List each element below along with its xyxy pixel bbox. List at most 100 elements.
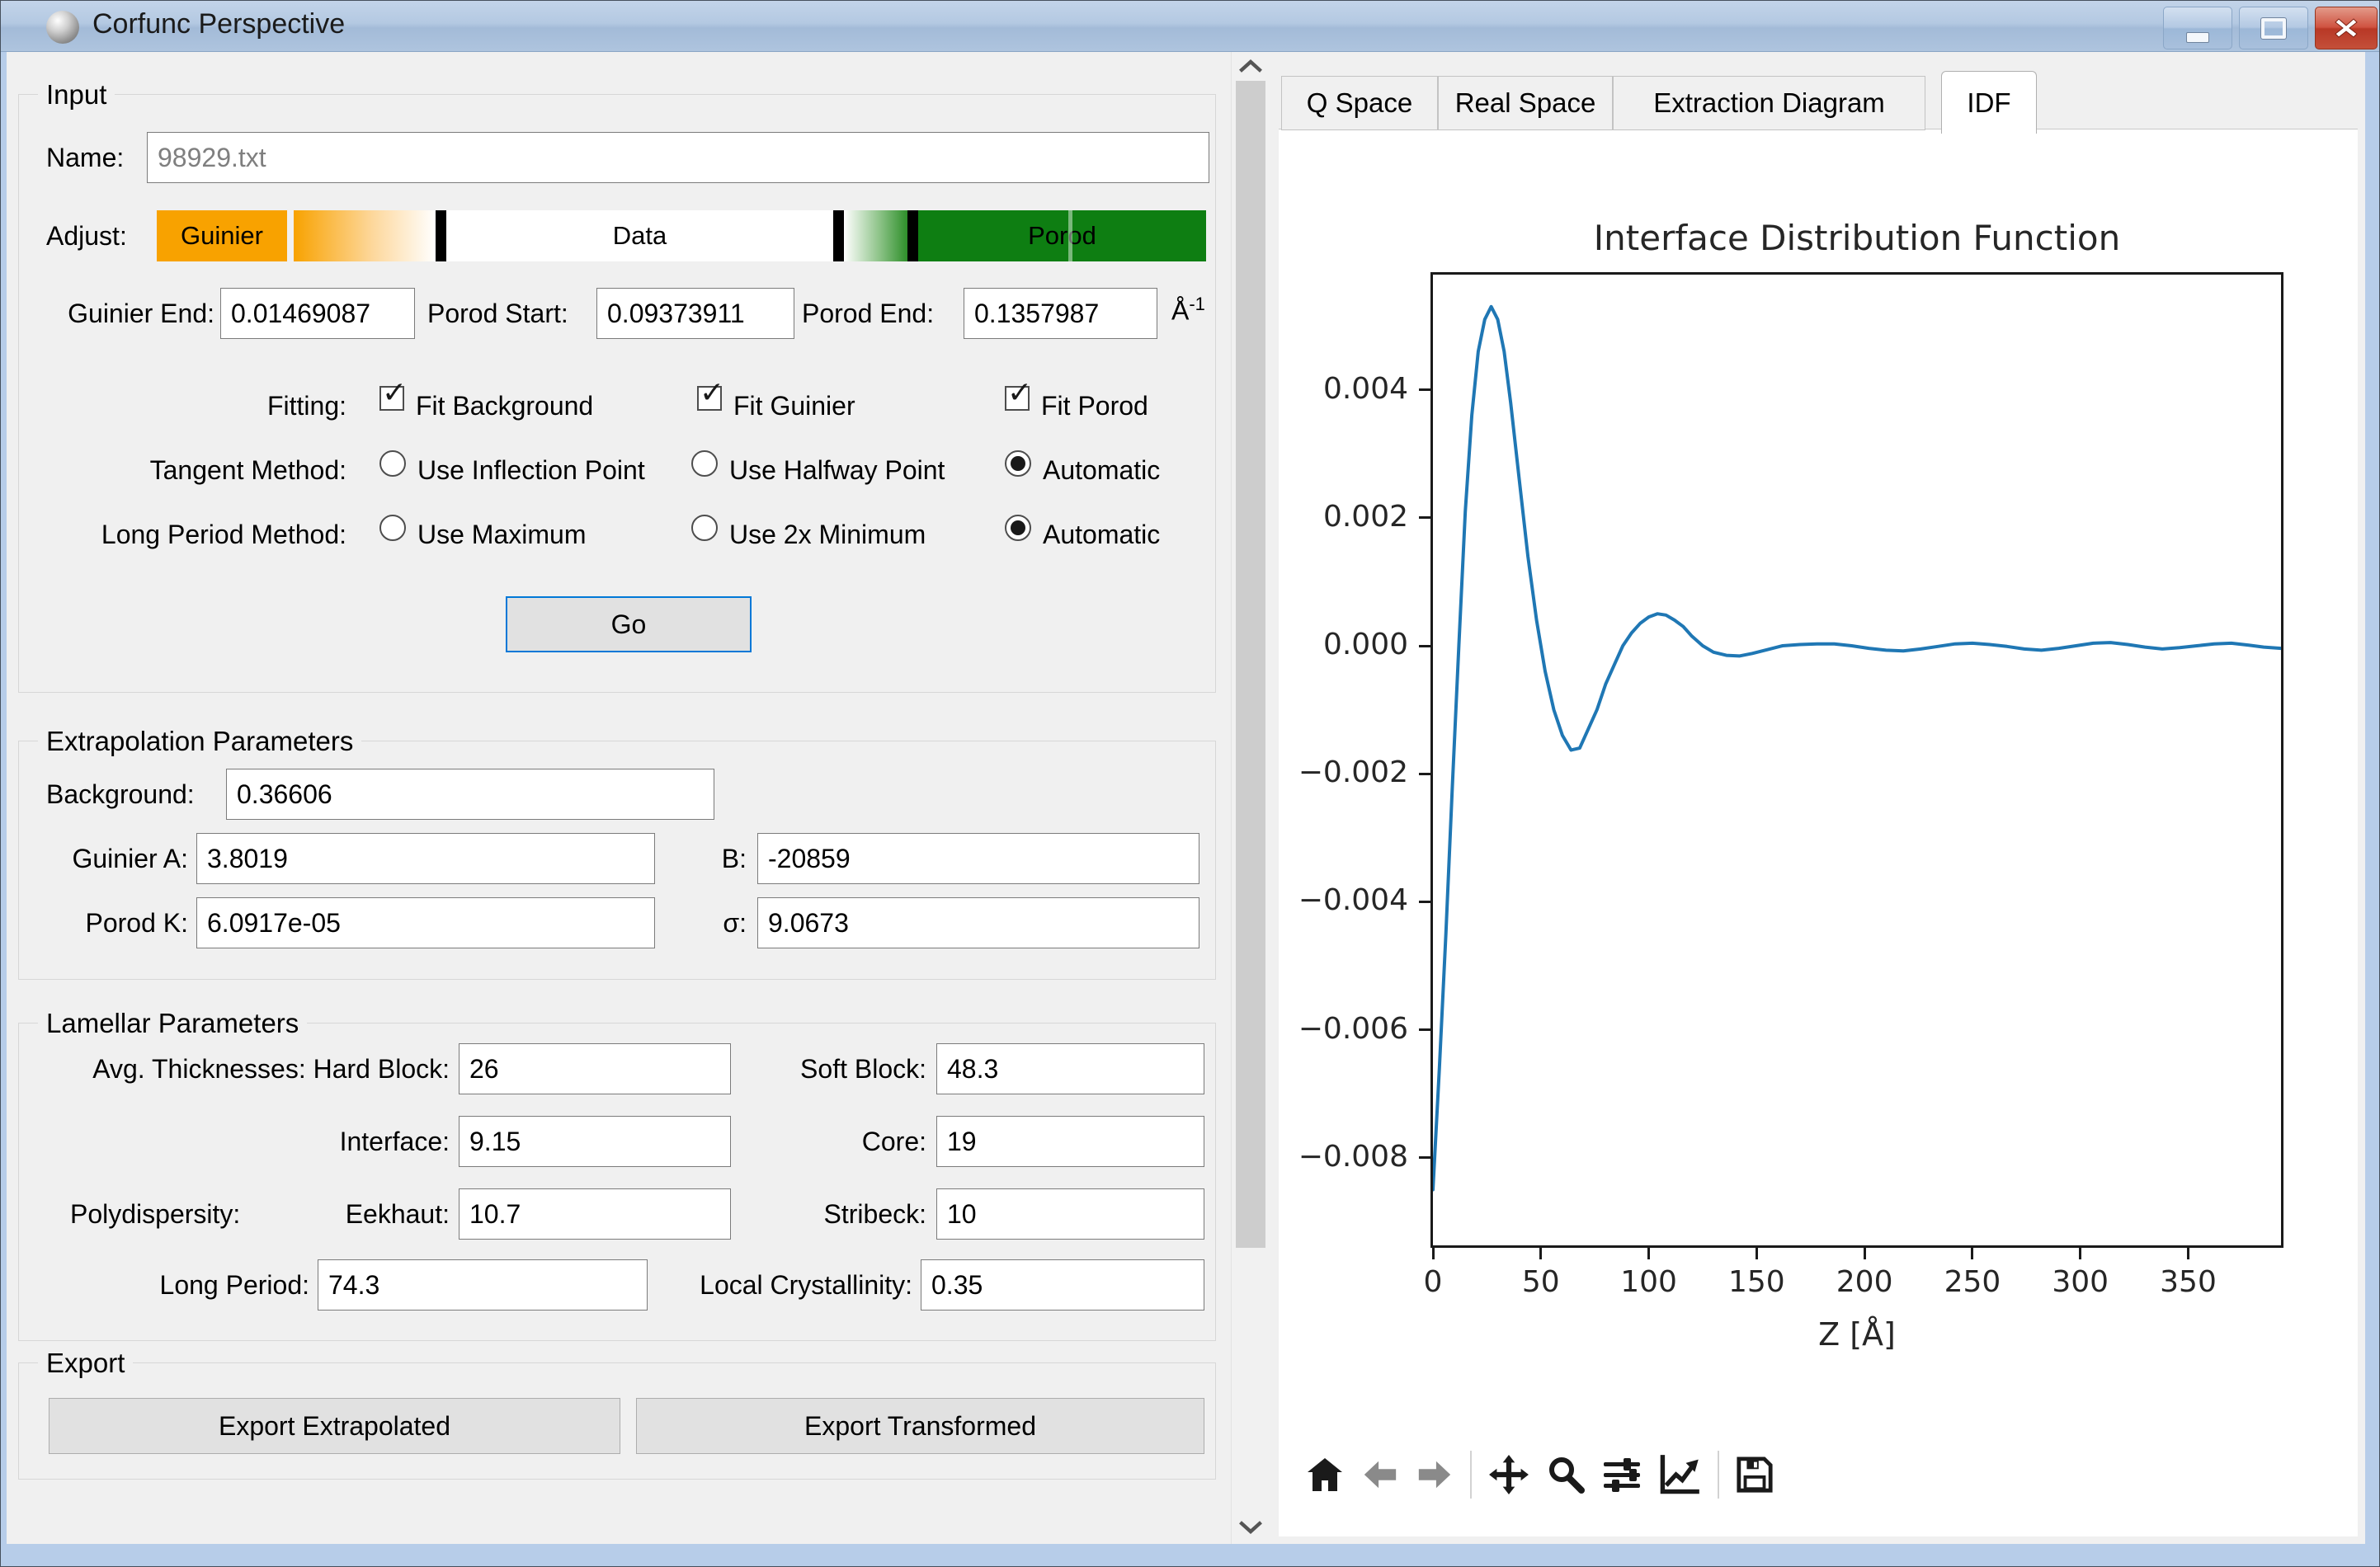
forward-button[interactable] bbox=[1416, 1456, 1454, 1494]
slider-porod-marker bbox=[1068, 210, 1072, 261]
fit-background-checkbox[interactable]: ✓ bbox=[379, 386, 404, 411]
app-icon bbox=[46, 11, 79, 44]
guinier-end-input[interactable] bbox=[220, 288, 415, 339]
slider-porod-segment[interactable]: Porod bbox=[918, 210, 1206, 261]
interface-input[interactable] bbox=[459, 1116, 731, 1167]
close-button[interactable] bbox=[2315, 7, 2378, 49]
q-unit-label: Å-1 bbox=[1171, 294, 1205, 327]
stribeck-input[interactable] bbox=[936, 1188, 1204, 1240]
zoom-button[interactable] bbox=[1546, 1455, 1586, 1494]
export-transformed-button[interactable]: Export Transformed bbox=[636, 1398, 1204, 1454]
tab-idf[interactable]: IDF bbox=[1941, 71, 2037, 134]
configure-subplots-button[interactable] bbox=[1602, 1455, 1642, 1494]
stribeck-label: Stribeck: bbox=[759, 1199, 926, 1230]
idf-curve-canvas bbox=[1433, 275, 2281, 1245]
axes-chart-icon bbox=[1658, 1453, 1701, 1496]
tangent-inflection-radio[interactable] bbox=[379, 450, 406, 477]
tab-q-space[interactable]: Q Space bbox=[1281, 76, 1438, 130]
x-tick-label: 350 bbox=[2139, 1265, 2238, 1299]
porod-start-input[interactable] bbox=[596, 288, 794, 339]
x-tick-label: 300 bbox=[2031, 1265, 2130, 1299]
adjust-label: Adjust: bbox=[46, 221, 127, 252]
slider-data-segment[interactable]: Data bbox=[446, 210, 833, 261]
tab-real-space[interactable]: Real Space bbox=[1438, 76, 1613, 130]
y-tick bbox=[1419, 388, 1430, 391]
name-input[interactable] bbox=[147, 132, 1209, 183]
magnifier-icon bbox=[1546, 1455, 1586, 1494]
customize-plot-button[interactable] bbox=[1658, 1453, 1701, 1496]
left-panel-scrollbar[interactable] bbox=[1231, 51, 1270, 1544]
long-period-input[interactable] bbox=[318, 1259, 648, 1311]
window-left-border bbox=[0, 51, 7, 1544]
soft-block-input[interactable] bbox=[936, 1043, 1204, 1094]
soft-block-label: Soft Block: bbox=[759, 1054, 926, 1085]
forward-arrow-icon bbox=[1416, 1456, 1454, 1494]
toolbar-separator bbox=[1470, 1451, 1472, 1499]
scrollbar-thumb[interactable] bbox=[1236, 81, 1265, 1248]
x-tick bbox=[1756, 1248, 1758, 1259]
x-tick-label: 0 bbox=[1383, 1265, 1482, 1299]
scroll-down-button[interactable] bbox=[1238, 1519, 1263, 1537]
y-tick bbox=[1419, 1156, 1430, 1159]
maximize-button[interactable] bbox=[2239, 7, 2308, 49]
sigma-input[interactable] bbox=[757, 897, 1199, 948]
hard-block-input[interactable] bbox=[459, 1043, 731, 1094]
core-input[interactable] bbox=[936, 1116, 1204, 1167]
slider-guinier-end-handle[interactable] bbox=[436, 210, 446, 261]
toolbar-separator bbox=[1718, 1451, 1719, 1499]
slider-porod-label: Porod bbox=[1028, 221, 1096, 251]
porod-k-input[interactable] bbox=[196, 897, 655, 948]
go-button[interactable]: Go bbox=[506, 596, 752, 652]
slider-porod-start-handle[interactable] bbox=[833, 210, 844, 261]
back-button[interactable] bbox=[1361, 1456, 1399, 1494]
porod-end-label: Porod End: bbox=[802, 299, 934, 329]
tab-extraction-diagram[interactable]: Extraction Diagram bbox=[1613, 76, 1925, 130]
save-button[interactable] bbox=[1736, 1456, 1774, 1494]
long-period-2x-minimum-radio[interactable] bbox=[691, 515, 718, 541]
local-crystallinity-input[interactable] bbox=[921, 1259, 1204, 1311]
y-tick-label: −0.004 bbox=[1276, 883, 1408, 917]
x-tick-label: 150 bbox=[1707, 1265, 1806, 1299]
extrapolation-group-title: Extrapolation Parameters bbox=[38, 726, 361, 757]
idf-curve bbox=[1433, 307, 2281, 1190]
long-period-2x-minimum-label: Use 2x Minimum bbox=[729, 520, 926, 550]
q-range-slider[interactable]: Guinier Data Porod bbox=[157, 210, 1206, 261]
fit-guinier-checkbox[interactable]: ✓ bbox=[697, 386, 722, 411]
fit-porod-checkbox[interactable]: ✓ bbox=[1005, 386, 1030, 411]
background-input[interactable] bbox=[226, 769, 714, 820]
guinier-end-label: Guinier End: bbox=[46, 299, 214, 329]
y-tick-label: 0.004 bbox=[1276, 372, 1408, 406]
window-title: Corfunc Perspective bbox=[92, 8, 345, 40]
tangent-automatic-radio[interactable] bbox=[1005, 450, 1031, 477]
slider-guinier-segment[interactable]: Guinier bbox=[157, 210, 287, 261]
x-tick bbox=[2187, 1248, 2189, 1259]
guinier-b-input[interactable] bbox=[757, 833, 1199, 884]
long-period-maximum-radio[interactable] bbox=[379, 515, 406, 541]
pan-button[interactable] bbox=[1488, 1454, 1529, 1495]
chevron-up-icon bbox=[1238, 58, 1263, 74]
porod-end-input[interactable] bbox=[964, 288, 1157, 339]
guinier-b-label: B: bbox=[660, 844, 747, 874]
polydispersity-label: Polydispersity: bbox=[70, 1199, 240, 1230]
y-tick bbox=[1419, 1028, 1430, 1031]
window-right-border bbox=[2365, 51, 2380, 1544]
export-extrapolated-button[interactable]: Export Extrapolated bbox=[49, 1398, 620, 1454]
guinier-a-input[interactable] bbox=[196, 833, 655, 884]
eekhaut-input[interactable] bbox=[459, 1188, 731, 1240]
scroll-up-button[interactable] bbox=[1238, 58, 1263, 76]
x-tick-label: 50 bbox=[1492, 1265, 1591, 1299]
minimize-icon bbox=[2186, 32, 2209, 43]
y-tick bbox=[1419, 773, 1430, 775]
minimize-button[interactable] bbox=[2163, 7, 2232, 49]
y-tick bbox=[1419, 901, 1430, 903]
hard-block-label: Avg. Thicknesses: Hard Block: bbox=[33, 1054, 450, 1085]
name-label: Name: bbox=[46, 143, 124, 173]
tangent-halfway-radio[interactable] bbox=[691, 450, 718, 477]
y-tick bbox=[1419, 645, 1430, 647]
slider-guinier-fade[interactable] bbox=[294, 210, 436, 261]
tangent-halfway-label: Use Halfway Point bbox=[729, 455, 945, 486]
home-button[interactable] bbox=[1305, 1455, 1345, 1494]
long-period-automatic-radio[interactable] bbox=[1005, 515, 1031, 541]
slider-porod-end-handle[interactable] bbox=[907, 210, 918, 261]
slider-porod-fade[interactable] bbox=[844, 210, 907, 261]
